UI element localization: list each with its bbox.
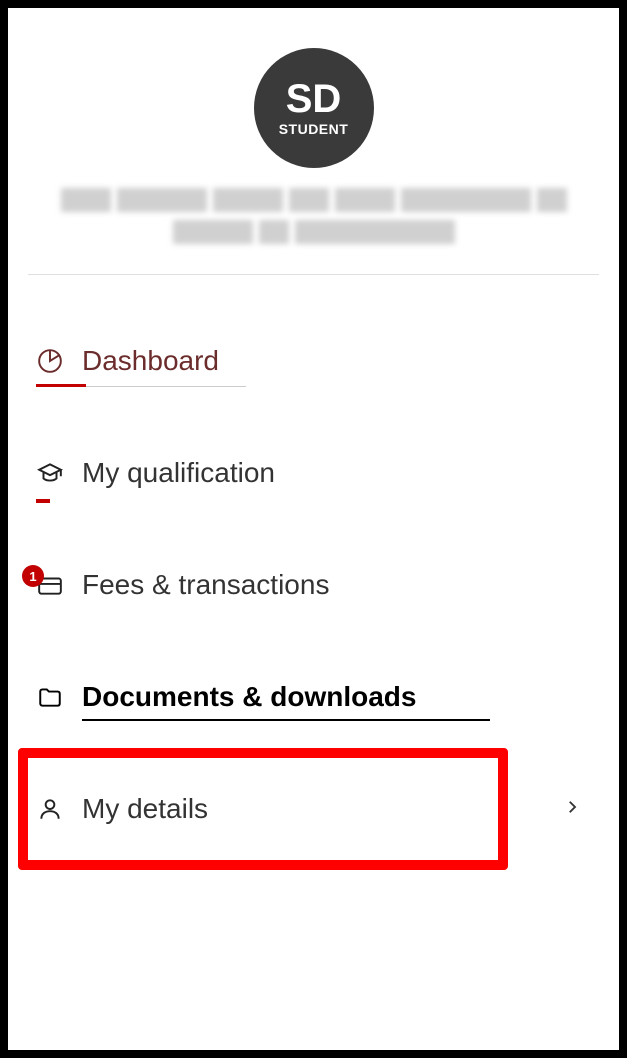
graduation-cap-icon	[36, 459, 64, 487]
nav-list: Dashboard My qualification 1 Fees & tran…	[28, 345, 599, 825]
progress-indicator	[36, 499, 50, 503]
notification-badge: 1	[22, 565, 44, 587]
nav-item-details[interactable]: My details	[36, 793, 591, 825]
pie-chart-icon	[36, 347, 64, 375]
nav-label-details: My details	[82, 793, 208, 825]
avatar[interactable]: SD STUDENT	[254, 48, 374, 168]
nav-item-documents[interactable]: Documents & downloads	[36, 681, 591, 713]
nav-label-dashboard: Dashboard	[82, 345, 219, 377]
nav-item-qualification[interactable]: My qualification	[36, 457, 591, 489]
folder-icon	[36, 683, 64, 711]
underline	[82, 719, 490, 721]
nav-label-qualification: My qualification	[82, 457, 275, 489]
nav-label-fees: Fees & transactions	[82, 569, 329, 601]
person-icon	[36, 795, 64, 823]
divider	[28, 274, 599, 275]
avatar-container: SD STUDENT	[28, 48, 599, 168]
nav-label-documents: Documents & downloads	[82, 681, 416, 713]
redacted-user-info	[28, 188, 599, 244]
chevron-right-icon	[563, 798, 581, 821]
nav-item-dashboard[interactable]: Dashboard	[36, 345, 591, 377]
avatar-role: STUDENT	[279, 121, 349, 137]
active-indicator	[36, 384, 86, 387]
avatar-initials: SD	[286, 79, 342, 119]
nav-item-fees[interactable]: 1 Fees & transactions	[36, 569, 591, 601]
